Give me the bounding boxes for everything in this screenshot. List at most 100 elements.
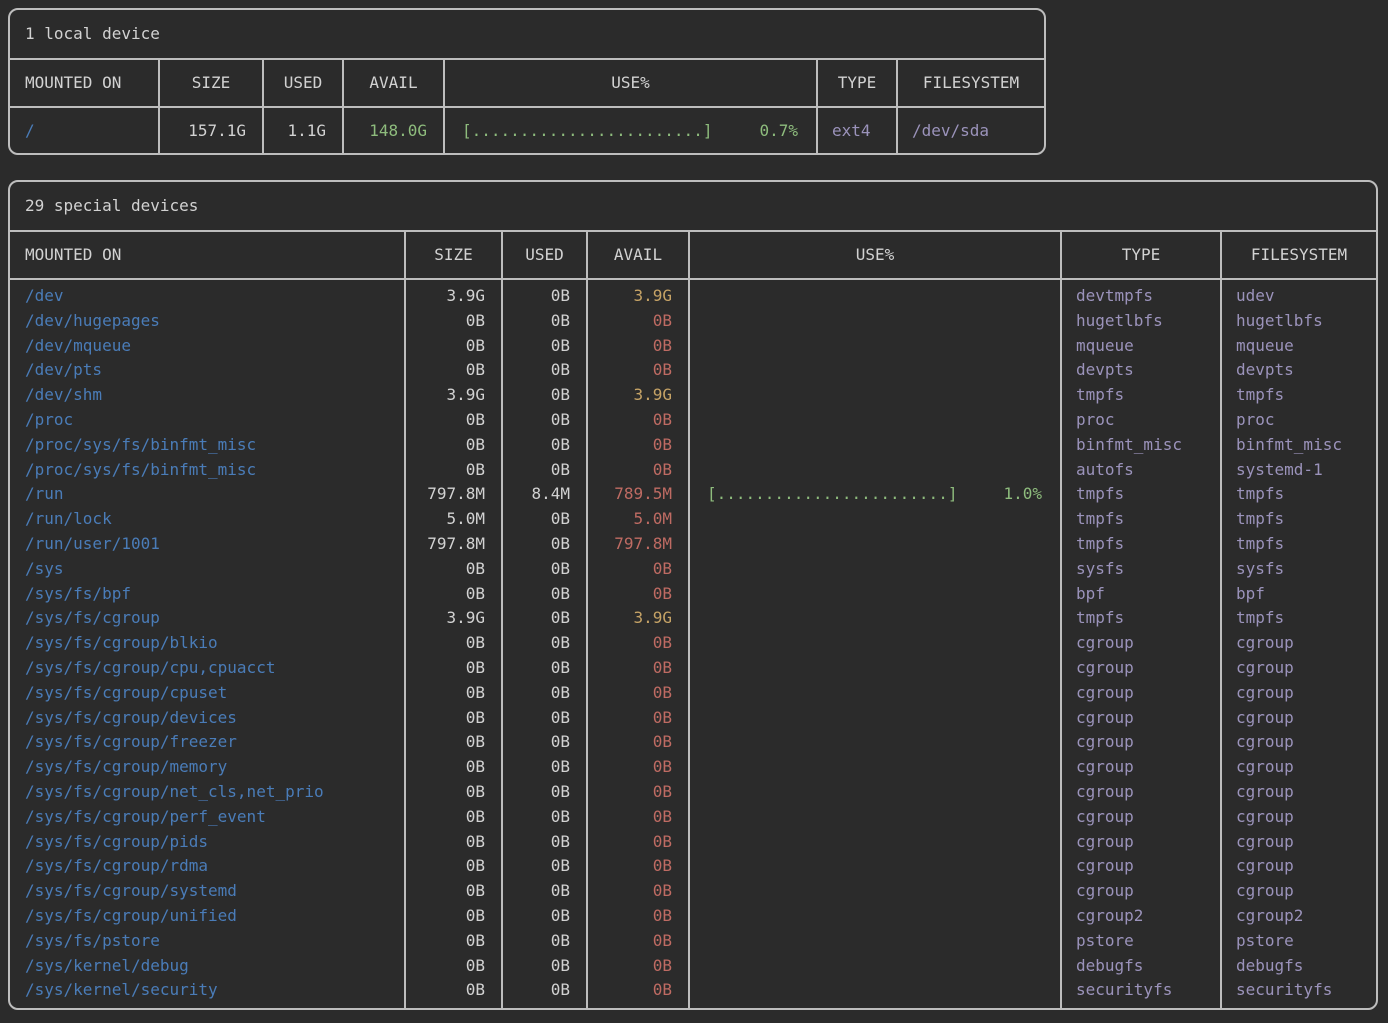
column-body-used: 1.1G — [264, 108, 342, 153]
cell-use — [690, 929, 1060, 954]
cell-fs: pstore — [1222, 929, 1376, 954]
cell-fs: tmpfs — [1222, 532, 1376, 557]
cell-size: 0B — [406, 954, 501, 979]
column-body-type: devtmpfshugetlbfsmqueuedevptstmpfsprocbi… — [1062, 280, 1220, 1008]
cell-mount: /proc/sys/fs/binfmt_misc — [10, 458, 404, 483]
cell-fs: sysfs — [1222, 557, 1376, 582]
cell-used: 0B — [503, 755, 586, 780]
cell-use — [690, 730, 1060, 755]
cell-used: 0B — [503, 656, 586, 681]
cell-size: 3.9G — [406, 606, 501, 631]
cell-used: 0B — [503, 929, 586, 954]
cell-avail: 0B — [588, 408, 688, 433]
table-columns: MOUNTED ON / SIZE 157.1G USED 1.1G AVAIL… — [10, 60, 1044, 153]
cell-mount: /proc/sys/fs/binfmt_misc — [10, 433, 404, 458]
cell-used: 0B — [503, 954, 586, 979]
column-header-use-percent: USE% — [445, 60, 816, 108]
cell-used: 0B — [503, 358, 586, 383]
usage-percent: 1.0% — [1003, 482, 1042, 507]
column-used: USED 1.1G — [264, 60, 344, 153]
cell-size: 0B — [406, 681, 501, 706]
cell-avail: 0B — [588, 978, 688, 1003]
cell-use — [690, 557, 1060, 582]
cell-use — [690, 656, 1060, 681]
cell-mount: /sys/fs/cgroup/blkio — [10, 631, 404, 656]
column-body-type: ext4 — [818, 108, 896, 153]
cell-use: [........................]0.7% — [445, 108, 816, 153]
cell-use — [690, 358, 1060, 383]
cell-mount: /run/user/1001 — [10, 532, 404, 557]
cell-avail: 0B — [588, 755, 688, 780]
cell-mount: /sys/fs/cgroup/unified — [10, 904, 404, 929]
cell-mount: /sys/kernel/debug — [10, 954, 404, 979]
cell-mount: /sys/fs/cgroup/freezer — [10, 730, 404, 755]
cell-used: 0B — [503, 978, 586, 1003]
cell-avail: 0B — [588, 854, 688, 879]
cell-use — [690, 830, 1060, 855]
cell-use — [690, 309, 1060, 334]
cell-size: 0B — [406, 358, 501, 383]
cell-use — [690, 458, 1060, 483]
cell-fs: cgroup2 — [1222, 904, 1376, 929]
cell-fs: hugetlbfs — [1222, 309, 1376, 334]
cell-size: 0B — [406, 656, 501, 681]
cell-size: 0B — [406, 334, 501, 359]
cell-type: cgroup — [1062, 879, 1220, 904]
column-body-used: 0B0B0B0B0B0B0B0B8.4M0B0B0B0B0B0B0B0B0B0B… — [503, 280, 586, 1008]
column-size: SIZE 3.9G0B0B0B3.9G0B0B0B797.8M5.0M797.8… — [406, 232, 503, 1008]
cell-use: [........................]1.0% — [690, 482, 1060, 507]
column-filesystem: FILESYSTEM /dev/sda — [898, 60, 1044, 153]
column-header-type: TYPE — [818, 60, 896, 108]
cell-type: cgroup — [1062, 830, 1220, 855]
cell-size: 0B — [406, 631, 501, 656]
column-header-mounted-on: MOUNTED ON — [10, 232, 404, 280]
cell-mount: /sys/fs/cgroup/systemd — [10, 879, 404, 904]
cell-type: securityfs — [1062, 978, 1220, 1003]
cell-fs: systemd-1 — [1222, 458, 1376, 483]
column-header-used: USED — [264, 60, 342, 108]
column-header-filesystem: FILESYSTEM — [898, 60, 1044, 108]
column-type: TYPE devtmpfshugetlbfsmqueuedevptstmpfsp… — [1062, 232, 1222, 1008]
column-avail: AVAIL 148.0G — [344, 60, 445, 153]
cell-size: 0B — [406, 309, 501, 334]
cell-type: tmpfs — [1062, 383, 1220, 408]
cell-used: 0B — [503, 606, 586, 631]
cell-use — [690, 854, 1060, 879]
cell-type: cgroup — [1062, 631, 1220, 656]
cell-fs: cgroup — [1222, 805, 1376, 830]
cell-mount: /sys/fs/cgroup/pids — [10, 830, 404, 855]
cell-size: 157.1G — [160, 108, 262, 153]
cell-type: hugetlbfs — [1062, 309, 1220, 334]
cell-fs: cgroup — [1222, 656, 1376, 681]
cell-used: 8.4M — [503, 482, 586, 507]
cell-use — [690, 706, 1060, 731]
cell-fs: cgroup — [1222, 780, 1376, 805]
cell-mount: /dev/hugepages — [10, 309, 404, 334]
column-header-size: SIZE — [406, 232, 501, 280]
cell-use — [690, 978, 1060, 1003]
cell-use — [690, 879, 1060, 904]
cell-size: 797.8M — [406, 532, 501, 557]
cell-use — [690, 805, 1060, 830]
cell-used: 1.1G — [264, 108, 342, 153]
cell-size: 0B — [406, 929, 501, 954]
cell-use — [690, 334, 1060, 359]
cell-size: 0B — [406, 805, 501, 830]
cell-size: 0B — [406, 780, 501, 805]
cell-avail: 3.9G — [588, 284, 688, 309]
cell-mount: /dev/mqueue — [10, 334, 404, 359]
cell-type: cgroup — [1062, 805, 1220, 830]
cell-used: 0B — [503, 309, 586, 334]
cell-mount: /dev/pts — [10, 358, 404, 383]
column-use-percent: USE% [........................]1.0% — [690, 232, 1062, 1008]
cell-fs: cgroup — [1222, 854, 1376, 879]
cell-fs: cgroup — [1222, 830, 1376, 855]
cell-avail: 5.0M — [588, 507, 688, 532]
cell-use — [690, 582, 1060, 607]
cell-type: proc — [1062, 408, 1220, 433]
cell-avail: 797.8M — [588, 532, 688, 557]
cell-avail: 0B — [588, 631, 688, 656]
cell-size: 0B — [406, 582, 501, 607]
cell-avail: 0B — [588, 309, 688, 334]
cell-fs: cgroup — [1222, 755, 1376, 780]
